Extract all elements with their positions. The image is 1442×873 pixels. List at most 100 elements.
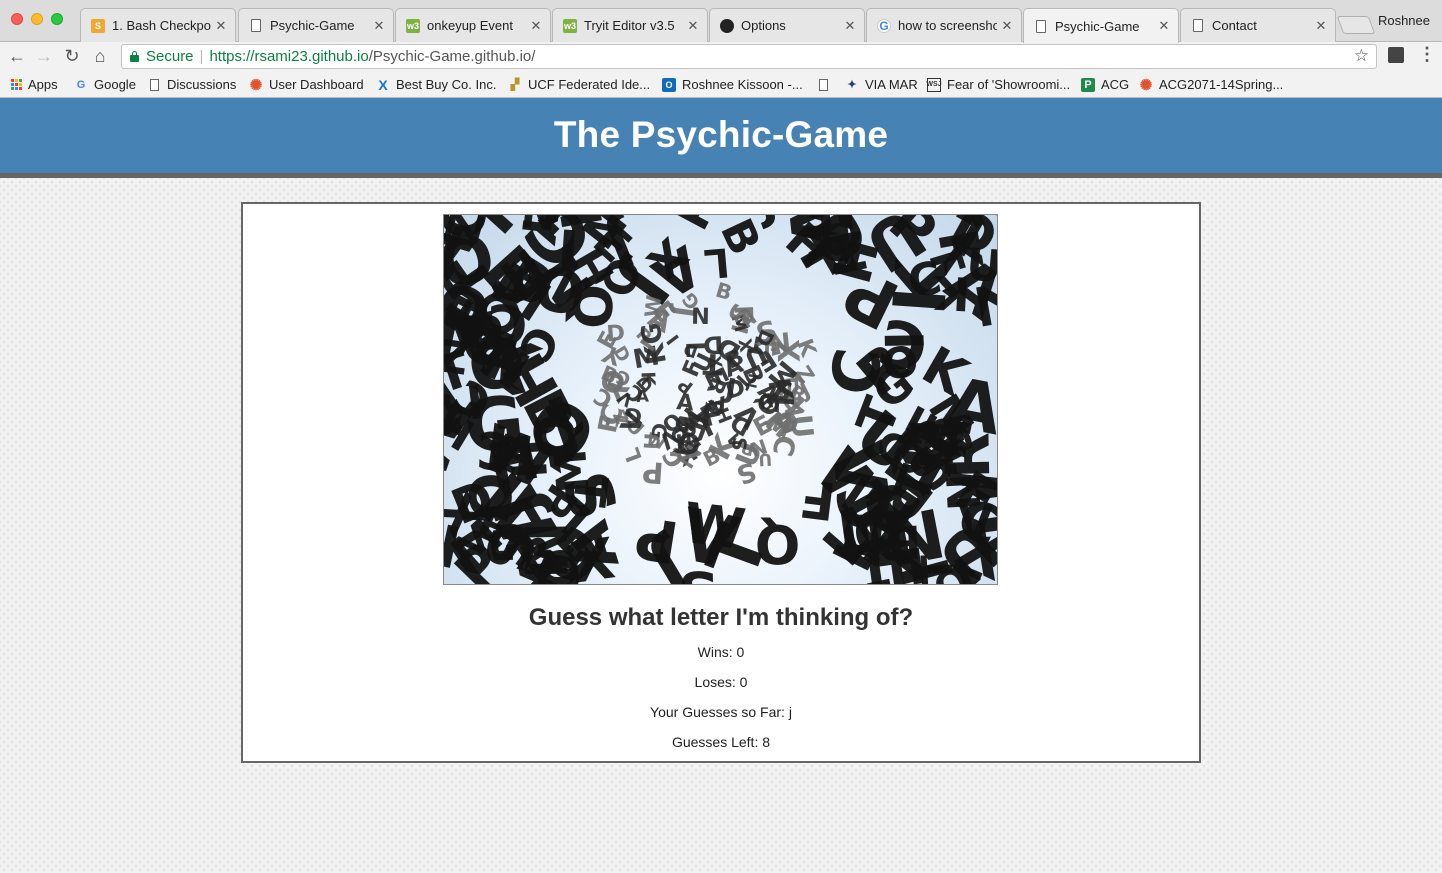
document-icon [251,19,261,32]
bookmark-label: VIA MAR [865,77,918,92]
page-title: The Psychic-Game [553,113,889,155]
bookmark-user-dashboard[interactable]: ✺ User Dashboard [249,76,364,94]
svg-text:M: M [545,447,600,495]
bookmark-google[interactable]: G Google [74,76,136,93]
p-icon: P [1081,77,1095,92]
bookmark-apps[interactable]: Apps [11,76,58,93]
document-icon [1036,19,1046,33]
bookmark-via-mar[interactable]: ✦ VIA MAR [845,76,918,93]
close-icon[interactable]: ✕ [844,18,856,34]
tab-psychic-game[interactable]: Psychic-Game ✕ [238,8,394,42]
minimize-window-button[interactable] [31,13,43,25]
page-content: The Psychic-Game CURBYHOJMQBTTKLPEVNBUCA… [0,98,1442,873]
profile-button[interactable]: Roshnee [1378,13,1430,28]
document-icon [1193,19,1203,32]
new-tab-button[interactable] [1336,16,1376,34]
svg-text:F: F [797,467,840,531]
w3-icon: w3 [563,18,577,33]
svg-text:U: U [758,450,773,471]
more-menu-icon[interactable]: ⋮ [1418,44,1436,65]
losses-value: 0 [739,674,748,690]
fullscreen-window-button[interactable] [51,13,63,25]
tab-tryit-editor[interactable]: w3 Tryit Editor v3.5 ✕ [552,8,708,42]
address-bar[interactable]: Secure | https://rsami23.github.io/Psych… [121,44,1377,69]
bookmark-roshnee-kissoon[interactable]: O Roshnee Kissoon -... [662,76,803,93]
apps-grid-icon [11,79,22,90]
bookmark-label: Best Buy Co. Inc. [396,77,497,92]
via-icon: ✦ [847,79,857,91]
guesses-label: Your Guesses so Far: [650,704,789,720]
game-panel: CURBYHOJMQBTTKLPEVNBUCAJEJRSQOWZFKHEMOKA… [241,202,1201,763]
bookmark-fear-of-showrooming[interactable]: WSJ Fear of 'Showroomi... [926,76,1071,93]
bookmark-label: Discussions [167,77,237,92]
tab-bash-checkpoint[interactable]: S 1. Bash Checkpoint ✕ [80,8,236,42]
svg-text:S: S [727,436,751,451]
bookmark-label: ACG [1101,77,1130,92]
document-icon [150,78,159,91]
close-icon[interactable]: ✕ [530,18,542,34]
url-separator: | [199,48,204,65]
guesses-left-value: 8 [762,734,771,750]
guesses-left-label: Guesses Left: [671,734,763,750]
close-icon[interactable]: ✕ [1315,18,1327,34]
losses-label: Loses: [694,674,740,690]
tab-contact[interactable]: Contact ✕ [1180,8,1336,42]
letters-sculpture-image: CURBYHOJMQBTTKLPEVNBUCAJEJRSQOWZFKHEMOKA… [443,214,998,585]
back-icon[interactable]: ← [6,45,28,67]
orange-s-icon: S [91,18,105,33]
tab-psychic-game-active[interactable]: Psychic-Game ✕ [1023,8,1179,43]
bookmark-ucf-federated[interactable]: ▞ UCF Federated Ide... [508,76,650,93]
guesses-value: j [788,704,792,720]
bookmark-label: User Dashboard [269,77,364,92]
svg-text:A: A [636,386,650,406]
bookmark-label: Apps [28,77,58,92]
bookmark-best-buy[interactable]: X Best Buy Co. Inc. [376,76,496,93]
svg-text:P: P [641,455,665,490]
forward-icon[interactable]: → [33,45,55,67]
google-icon: G [877,18,891,33]
bookmark-label: Fear of 'Showroomi... [947,77,1071,92]
tab-label: Contact [1212,18,1257,33]
home-icon[interactable]: ⌂ [89,45,111,67]
lock-icon [130,51,139,62]
secure-label: Secure [146,48,194,65]
guesses-stat: Your Guesses so Far: j [243,704,1199,720]
url-path: /Psychic-Game.github.io/ [368,48,536,65]
page-header: The Psychic-Game [0,98,1442,178]
bookmark-star-icon[interactable]: ☆ [1354,46,1369,66]
bookmark-label: Google [94,77,136,92]
tab-onkeyup-event[interactable]: w3 onkeyup Event ✕ [395,8,551,42]
tab-how-to-screenshot[interactable]: G how to screenshot ✕ [866,8,1022,42]
close-icon[interactable]: ✕ [215,18,227,34]
tab-label: 1. Bash Checkpoint [112,18,211,33]
bookmark-label: ACG2071-14Spring... [1159,77,1284,92]
tab-label: onkeyup Event [427,18,514,33]
wsj-icon: WSJ [926,77,942,92]
ucf-icon: ▞ [510,79,520,91]
document-icon [819,78,828,91]
bookmark-acg[interactable]: P ACG [1081,76,1129,93]
toolbar: ← → ↻ ⌂ Secure | https://rsami23.github.… [0,42,1442,71]
wins-value: 0 [736,644,745,660]
bookmark-label: UCF Federated Ide... [528,77,651,92]
x-icon: X [378,76,388,93]
reload-icon[interactable]: ↻ [61,45,83,67]
outlook-icon: O [662,77,676,92]
tab-options[interactable]: Options ✕ [709,8,865,42]
svg-text:R: R [932,432,997,480]
bookmark-discussions[interactable]: Discussions [150,76,236,93]
close-window-button[interactable] [11,13,23,25]
wins-label: Wins: [697,644,737,660]
close-icon[interactable]: ✕ [373,18,385,34]
extension-icon[interactable] [1388,47,1404,63]
svg-text:Y: Y [672,422,692,436]
close-icon[interactable]: ✕ [1001,18,1013,34]
bookmark-acg2071[interactable]: ✺ ACG2071-14Spring... [1139,76,1284,94]
bookmark-label: Roshnee Kissoon -... [682,77,803,92]
close-icon[interactable]: ✕ [1158,18,1170,34]
guesses-left-stat: Guesses Left: 8 [243,734,1199,750]
bookmark-untitled[interactable] [819,76,836,93]
close-icon[interactable]: ✕ [687,18,699,34]
bookmarks-bar: Apps G Google Discussions ✺ User Dashboa… [0,71,1442,98]
svg-text:T: T [913,553,965,584]
